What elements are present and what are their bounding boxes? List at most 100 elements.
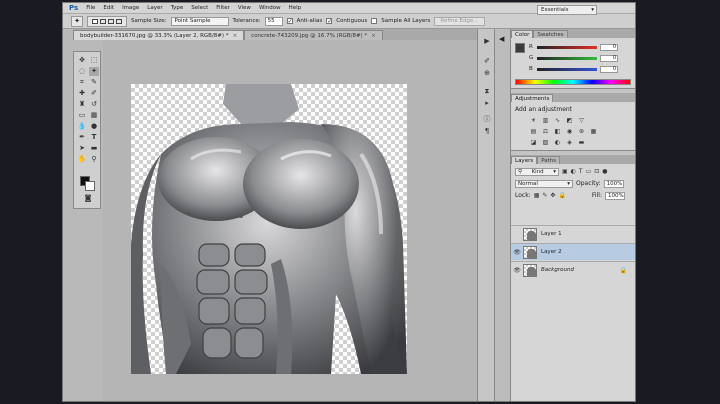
contiguous-checkbox[interactable]: ✓ [326,18,332,25]
healing-brush-tool-icon[interactable]: ✚ [77,89,87,98]
fill-input[interactable]: 100% [604,191,625,200]
tab-swatches[interactable]: Swatches [533,30,568,38]
menu-view[interactable]: View [234,5,255,11]
menu-help[interactable]: Help [285,5,306,11]
tab-layers[interactable]: Layers [511,156,538,164]
red-track[interactable] [537,45,597,49]
canvas-area[interactable] [103,40,477,401]
marquee-tool-icon[interactable]: ⬚ [89,56,99,65]
play-icon[interactable]: ▶ [481,37,493,46]
eyedropper-tool-icon[interactable]: ✎ [89,78,99,87]
hand-tool-icon[interactable]: ✋ [77,155,87,164]
actions-icon[interactable]: ▸ [481,99,493,108]
layer-row-layer-2[interactable]: 👁 Layer 2 [511,243,635,260]
menu-type[interactable]: Type [167,5,188,11]
brush-tool-icon[interactable]: ✐ [89,89,99,98]
tab-adjustments[interactable]: Adjustments [511,94,554,102]
intersect-selection-icon[interactable] [116,18,122,24]
slider-green[interactable]: G 0 [529,54,629,62]
tab-paths[interactable]: Paths [537,156,561,164]
red-value[interactable]: 0 [600,43,618,51]
close-icon[interactable]: × [233,33,238,39]
menu-select[interactable]: Select [187,5,212,11]
hue-saturation-icon[interactable]: ▤ [529,128,538,136]
menu-layer[interactable]: Layer [143,5,166,11]
layer-row-background[interactable]: 👁 Background 🔒 [511,261,635,278]
blue-track[interactable] [537,67,597,71]
document-tab-bodybuilder[interactable]: bodybuilder-331670.jpg @ 33.3% (Layer 2,… [73,30,245,40]
vibrance-icon[interactable]: ▽ [577,117,586,125]
layer-kind-filter[interactable]: ⚲ Kind ▾ [515,167,559,176]
history-brush-tool-icon[interactable]: ↺ [89,100,99,109]
curves-icon[interactable]: ∿ [553,117,562,125]
paragraph-icon[interactable]: ¶ [481,127,493,136]
eraser-tool-icon[interactable]: ▭ [77,111,87,120]
dodge-tool-icon[interactable]: ● [89,122,99,131]
photo-filter-icon[interactable]: ◉ [565,128,574,136]
new-selection-icon[interactable] [92,18,98,24]
quick-mask-icon[interactable]: ◙ [83,194,93,203]
magic-wand-tool-icon[interactable]: ✦ [89,67,99,76]
color-balance-icon[interactable]: ⚖ [541,128,550,136]
smart-filter-icon[interactable]: ⊡ [594,168,599,175]
anti-alias-checkbox[interactable]: ✓ [286,18,293,25]
blue-value[interactable]: 0 [600,65,618,73]
sample-all-layers-checkbox[interactable] [371,18,378,24]
clone-stamp-tool-icon[interactable]: ♜ [77,100,87,109]
shape-tool-icon[interactable]: ▬ [89,144,99,153]
layer-name[interactable]: Layer 1 [541,231,562,237]
eye-icon[interactable]: 👁 [511,249,523,256]
menu-file[interactable]: File [82,5,99,11]
document-canvas[interactable] [131,84,407,374]
background-color-swatch[interactable] [85,181,95,191]
invert-icon[interactable]: ◪ [529,139,538,147]
menu-edit[interactable]: Edit [99,5,118,11]
sample-size-select[interactable]: Point Sample [170,16,229,26]
gradient-map-icon[interactable]: ▬ [577,139,586,147]
selection-mode-group[interactable] [87,15,127,27]
document-tab-concrete[interactable]: concrete-743209.jpg @ 16.7% (RGB/8#) * × [244,30,383,40]
lock-all-icon[interactable]: 🔒 [558,192,565,199]
collapse-icon[interactable]: ◀ [499,35,504,43]
levels-icon[interactable]: ▥ [541,117,550,125]
menu-window[interactable]: Window [255,5,285,11]
color-spectrum[interactable] [515,79,631,85]
lock-transparent-icon[interactable]: ▦ [534,192,540,199]
blur-tool-icon[interactable]: 💧 [77,122,87,131]
refine-edge-button[interactable]: Refine Edge... [434,16,485,26]
pixel-filter-icon[interactable]: ▣ [562,168,568,175]
lock-position-icon[interactable]: ✥ [550,192,555,199]
info-icon[interactable]: ⓘ [481,115,493,124]
green-value[interactable]: 0 [600,54,618,62]
posterize-icon[interactable]: ▨ [541,139,550,147]
shape-filter-icon[interactable]: ▭ [586,168,592,175]
current-color-swatch[interactable] [515,43,525,53]
green-track[interactable] [537,56,597,60]
type-tool-icon[interactable]: T [89,133,99,142]
exposure-icon[interactable]: ◩ [565,117,574,125]
slider-blue[interactable]: B 0 [529,65,629,73]
panel-collapse-strip[interactable]: ◀ [495,29,511,401]
layer-name[interactable]: Layer 2 [541,249,562,255]
filter-toggle-icon[interactable]: ● [602,168,607,175]
eye-icon[interactable]: 👁 [511,267,523,274]
menu-filter[interactable]: Filter [212,5,234,11]
crop-tool-icon[interactable]: ⌗ [77,78,87,87]
brightness-icon[interactable]: ☀ [529,117,538,125]
close-icon[interactable]: × [371,33,376,39]
tool-preset-picker[interactable]: ✦ [71,15,83,27]
threshold-icon[interactable]: ◐ [553,139,562,147]
blend-mode-select[interactable]: Normal ▾ [515,179,573,188]
adjustment-filter-icon[interactable]: ◐ [571,168,576,175]
subtract-selection-icon[interactable] [108,18,114,24]
slider-red[interactable]: R 0 [529,43,629,51]
brush-presets-icon[interactable]: ✐ [481,57,493,66]
tab-color[interactable]: Color [511,30,534,38]
zoom-tool-icon[interactable]: ⚲ [89,155,99,164]
layer-name[interactable]: Background [541,267,574,273]
type-filter-icon[interactable]: T [579,168,583,175]
color-lookup-icon[interactable]: ▦ [589,128,598,136]
opacity-input[interactable]: 100% [603,179,624,188]
history-icon[interactable]: ⧗ [481,87,493,96]
menu-image[interactable]: Image [118,5,143,11]
